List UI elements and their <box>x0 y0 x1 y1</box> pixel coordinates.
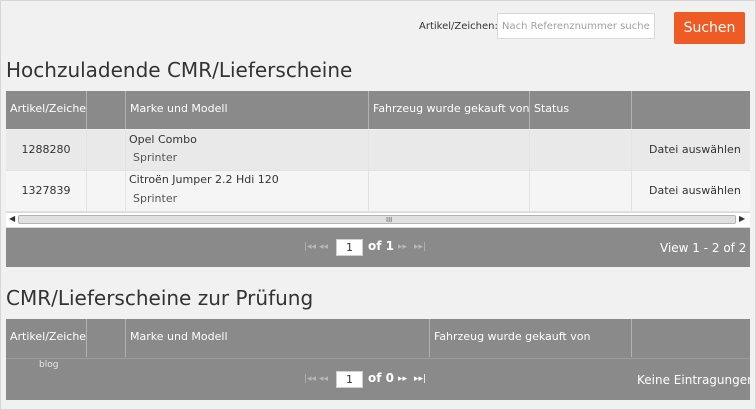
col-header-model[interactable]: Marke und Modell <box>126 319 430 357</box>
pager-last-icon[interactable]: ▸▸| <box>414 242 426 252</box>
cell-action: Datei auswählen <box>632 171 750 211</box>
search-input[interactable] <box>497 13 655 39</box>
cell-bought-from <box>369 130 530 170</box>
table-row[interactable]: 1327839 Citroën Jumper 2.2 Hdi 120 Sprin… <box>6 171 750 212</box>
col-header-action[interactable] <box>632 319 750 357</box>
horizontal-scrollbar[interactable]: ◀ III ▶ <box>6 212 750 228</box>
cell-bought-from <box>369 171 530 211</box>
model-name: Opel Combo <box>129 133 197 146</box>
pager-record-info: Keine Eintragungen <box>637 373 750 387</box>
upload-grid-header: Artikel/Zeichen Marke und Modell Fahrzeu… <box>6 91 750 129</box>
col-header-model[interactable]: Marke und Modell <box>126 91 369 129</box>
scrollbar-grip: III <box>386 216 393 224</box>
choose-file-button[interactable]: Datei auswählen <box>649 143 741 156</box>
upload-pager: |◂◂ ◂◂ of 1 ▸▸ ▸▸| View 1 - 2 of 2 <box>6 228 750 267</box>
pager-record-info: View 1 - 2 of 2 <box>660 241 747 255</box>
pager-first-icon[interactable]: |◂◂ <box>304 374 316 384</box>
page-count-text: of 0 <box>368 371 394 385</box>
cell-model: Citroën Jumper 2.2 Hdi 120 Sprinter <box>126 171 369 211</box>
col-header-blank[interactable] <box>87 91 126 129</box>
pager-next-icon[interactable]: ▸▸ <box>398 242 407 252</box>
model-variant: Sprinter <box>133 192 178 205</box>
col-header-bought-from[interactable]: Fahrzeug wurde gekauft von <box>369 91 530 129</box>
search-button[interactable]: Suchen <box>674 12 745 44</box>
cell-article: 1288280 <box>6 130 87 170</box>
upload-grid: Artikel/Zeichen Marke und Modell Fahrzeu… <box>6 91 750 267</box>
page-count-text: of 1 <box>368 239 394 253</box>
pager-next-icon[interactable]: ▸▸ <box>398 374 407 384</box>
cell-status <box>530 130 632 170</box>
col-header-blank[interactable] <box>87 319 126 357</box>
col-header-article[interactable]: Artikel/Zeichen <box>6 91 87 129</box>
review-grid: Artikel/Zeichen Marke und Modell Fahrzeu… <box>6 319 750 400</box>
page-number-input[interactable] <box>336 371 363 388</box>
table-row[interactable]: 1288280 Opel Combo Sprinter Datei auswäh… <box>6 130 750 171</box>
pager-prev-icon[interactable]: ◂◂ <box>319 374 328 384</box>
cell-status <box>530 171 632 211</box>
col-header-article[interactable]: Artikel/Zeichen <box>6 319 87 357</box>
model-variant: Sprinter <box>133 151 178 164</box>
scroll-right-icon[interactable]: ▶ <box>739 214 745 223</box>
col-header-bought-from[interactable]: Fahrzeug wurde gekauft von <box>430 319 632 357</box>
page-number-input[interactable] <box>336 239 363 256</box>
scroll-left-icon[interactable]: ◀ <box>9 214 15 223</box>
review-pager: blog |◂◂ ◂◂ of 0 ▸▸ ▸▸| Keine Eintragung… <box>6 358 750 400</box>
pager-first-icon[interactable]: |◂◂ <box>304 242 316 252</box>
col-header-action[interactable] <box>632 91 750 129</box>
watermark-text: blog <box>39 360 59 370</box>
cell-action: Datei auswählen <box>632 130 750 170</box>
col-header-status[interactable]: Status <box>530 91 632 129</box>
cell-blank <box>87 171 126 211</box>
review-grid-header: Artikel/Zeichen Marke und Modell Fahrzeu… <box>6 319 750 358</box>
model-name: Citroën Jumper 2.2 Hdi 120 <box>129 173 279 186</box>
pager-last-icon[interactable]: ▸▸| <box>414 374 426 384</box>
upload-section-title: Hochzuladende CMR/Lieferscheine <box>6 58 353 82</box>
cell-model: Opel Combo Sprinter <box>126 130 369 170</box>
cell-blank <box>87 130 126 170</box>
choose-file-button[interactable]: Datei auswählen <box>649 184 741 197</box>
pager-prev-icon[interactable]: ◂◂ <box>319 242 328 252</box>
search-label: Artikel/Zeichen: <box>419 21 498 32</box>
review-section-title: CMR/Lieferscheine zur Prüfung <box>6 286 314 310</box>
cell-article: 1327839 <box>6 171 87 211</box>
scrollbar-thumb[interactable]: III <box>18 215 736 224</box>
